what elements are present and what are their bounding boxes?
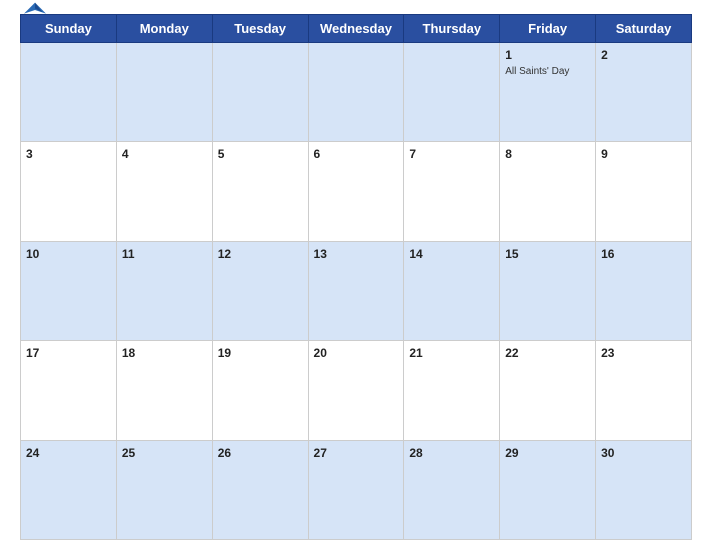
calendar-cell: 27 xyxy=(308,440,404,539)
calendar-cell: 5 xyxy=(212,142,308,241)
calendar-week-row: 10 11 12 13 14 15 16 xyxy=(21,241,692,340)
day-number: 7 xyxy=(409,147,416,161)
calendar-week-row: 1 All Saints' Day 2 xyxy=(21,43,692,142)
day-number: 20 xyxy=(314,346,327,360)
day-number: 16 xyxy=(601,247,614,261)
day-number: 27 xyxy=(314,446,327,460)
weekday-header-tuesday: Tuesday xyxy=(212,15,308,43)
day-number: 11 xyxy=(122,247,135,261)
calendar-cell: 18 xyxy=(116,341,212,440)
day-number: 24 xyxy=(26,446,39,460)
weekday-header-saturday: Saturday xyxy=(596,15,692,43)
weekday-header-monday: Monday xyxy=(116,15,212,43)
day-number: 23 xyxy=(601,346,614,360)
calendar-cell: 23 xyxy=(596,341,692,440)
weekday-header-wednesday: Wednesday xyxy=(308,15,404,43)
calendar-cell: 26 xyxy=(212,440,308,539)
day-number: 13 xyxy=(314,247,327,261)
calendar-table: SundayMondayTuesdayWednesdayThursdayFrid… xyxy=(20,14,692,540)
calendar-week-row: 3 4 5 6 7 8 9 xyxy=(21,142,692,241)
holiday-label: All Saints' Day xyxy=(505,66,590,77)
calendar-cell: 10 xyxy=(21,241,117,340)
calendar-cell: 2 xyxy=(596,43,692,142)
day-number: 26 xyxy=(218,446,231,460)
calendar-cell xyxy=(212,43,308,142)
weekday-header-thursday: Thursday xyxy=(404,15,500,43)
day-number: 5 xyxy=(218,147,225,161)
calendar-cell: 21 xyxy=(404,341,500,440)
calendar-week-row: 17 18 19 20 21 22 23 xyxy=(21,341,692,440)
day-number: 8 xyxy=(505,147,512,161)
day-number: 25 xyxy=(122,446,135,460)
calendar-cell: 30 xyxy=(596,440,692,539)
calendar-cell: 3 xyxy=(21,142,117,241)
calendar-cell: 19 xyxy=(212,341,308,440)
weekday-header-row: SundayMondayTuesdayWednesdayThursdayFrid… xyxy=(21,15,692,43)
calendar-cell: 20 xyxy=(308,341,404,440)
day-number: 12 xyxy=(218,247,231,261)
day-number: 30 xyxy=(601,446,614,460)
day-number: 18 xyxy=(122,346,135,360)
day-number: 14 xyxy=(409,247,422,261)
day-number: 29 xyxy=(505,446,518,460)
calendar-cell: 1 All Saints' Day xyxy=(500,43,596,142)
day-number: 3 xyxy=(26,147,33,161)
calendar-cell xyxy=(308,43,404,142)
calendar-cell: 17 xyxy=(21,341,117,440)
weekday-header-friday: Friday xyxy=(500,15,596,43)
calendar-cell: 9 xyxy=(596,142,692,241)
calendar-week-row: 24 25 26 27 28 29 30 xyxy=(21,440,692,539)
calendar-cell: 24 xyxy=(21,440,117,539)
calendar-cell: 4 xyxy=(116,142,212,241)
calendar-cell: 6 xyxy=(308,142,404,241)
day-number: 15 xyxy=(505,247,518,261)
calendar-cell: 29 xyxy=(500,440,596,539)
calendar-cell: 7 xyxy=(404,142,500,241)
calendar-cell: 22 xyxy=(500,341,596,440)
calendar-cell: 12 xyxy=(212,241,308,340)
calendar-cell: 25 xyxy=(116,440,212,539)
calendar-cell: 8 xyxy=(500,142,596,241)
calendar-cell: 15 xyxy=(500,241,596,340)
day-number: 19 xyxy=(218,346,231,360)
calendar-cell xyxy=(21,43,117,142)
day-number: 6 xyxy=(314,147,321,161)
calendar-cell: 13 xyxy=(308,241,404,340)
calendar-cell: 14 xyxy=(404,241,500,340)
day-number: 9 xyxy=(601,147,608,161)
day-number: 4 xyxy=(122,147,129,161)
day-number: 28 xyxy=(409,446,422,460)
day-number: 21 xyxy=(409,346,422,360)
calendar-cell xyxy=(404,43,500,142)
calendar-cell xyxy=(116,43,212,142)
calendar-cell: 16 xyxy=(596,241,692,340)
day-number: 10 xyxy=(26,247,39,261)
day-number: 1 xyxy=(505,48,512,62)
calendar-cell: 11 xyxy=(116,241,212,340)
day-number: 22 xyxy=(505,346,518,360)
day-number: 2 xyxy=(601,48,608,62)
day-number: 17 xyxy=(26,346,39,360)
calendar-cell: 28 xyxy=(404,440,500,539)
generalblue-logo xyxy=(20,0,50,21)
